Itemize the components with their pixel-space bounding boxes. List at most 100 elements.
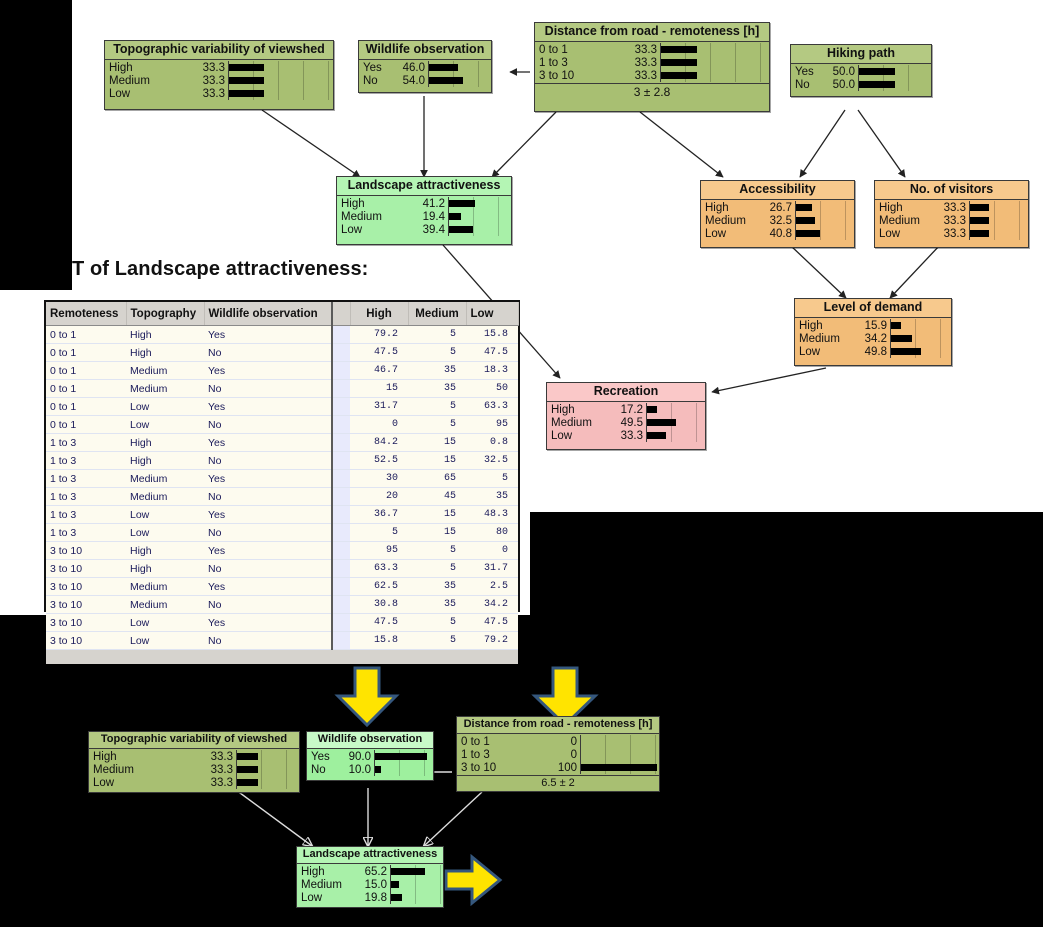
state-value: 39.4 xyxy=(422,223,445,236)
node-title: Recreation xyxy=(547,383,705,402)
node-topographic-variability[interactable]: Topographic variability of viewshed High… xyxy=(104,40,334,110)
cpt-cell: 46.7 xyxy=(350,361,408,380)
cpt-row[interactable]: 1 to 3 Low No 5 15 80 xyxy=(46,523,518,542)
cpt-cell-spacer xyxy=(331,397,350,416)
cpt-cell: Medium xyxy=(126,487,204,506)
cpt-cell: 3 to 10 xyxy=(46,613,126,632)
cpt-row[interactable]: 1 to 3 Medium No 20 45 35 xyxy=(46,487,518,506)
cpt-row[interactable]: 0 to 1 Low No 0 5 95 xyxy=(46,415,518,434)
cpt-row[interactable]: 0 to 1 High Yes 79.2 5 15.8 xyxy=(46,325,518,344)
node-accessibility[interactable]: Accessibility High 26.7 Medium 32.5 Low … xyxy=(700,180,855,248)
cpt-row[interactable]: 0 to 1 High No 47.5 5 47.5 xyxy=(46,343,518,362)
cpt-cell: 36.7 xyxy=(350,505,408,524)
node-state-row: High 33.3 xyxy=(89,750,299,763)
state-value: 33.3 xyxy=(943,214,966,227)
cpt-cell: 5 xyxy=(408,415,466,434)
node-title: Wildlife observation xyxy=(307,732,433,749)
cpt-row[interactable]: 3 to 10 Low Yes 47.5 5 47.5 xyxy=(46,613,518,632)
cpt-cell-spacer xyxy=(331,523,350,542)
left-black-margin xyxy=(0,0,72,290)
cpt-row[interactable]: 1 to 3 High Yes 84.2 15 0.8 xyxy=(46,433,518,452)
cpt-header-remoteness[interactable]: Remoteness xyxy=(46,302,127,326)
cpt-cell: Medium xyxy=(126,379,204,398)
cpt-cell: 0 to 1 xyxy=(46,325,126,344)
cpt-row[interactable]: 1 to 3 Low Yes 36.7 15 48.3 xyxy=(46,505,518,524)
state-label: High xyxy=(705,201,729,214)
state-label: Low xyxy=(93,776,115,789)
node-title: Topographic variability of viewshed xyxy=(105,41,333,60)
node-state-row: 0 to 1 33.3 xyxy=(535,43,769,56)
state-label: Yes xyxy=(311,750,330,763)
cpt-cell: 35 xyxy=(408,361,466,380)
cpt-header-low[interactable]: Low xyxy=(466,302,519,326)
cpt-row[interactable]: 0 to 1 Medium No 15 35 50 xyxy=(46,379,518,398)
state-value: 17.2 xyxy=(620,403,643,416)
node-distance-from-road-2[interactable]: Distance from road - remoteness [h] 0 to… xyxy=(456,716,660,792)
cpt-row[interactable]: 3 to 10 High No 63.3 5 31.7 xyxy=(46,559,518,578)
cpt-cell: 5 xyxy=(408,397,466,416)
node-distance-from-road[interactable]: Distance from road - remoteness [h] 0 to… xyxy=(534,22,770,112)
state-bar xyxy=(448,210,511,223)
node-hiking-path[interactable]: Hiking path Yes 50.0 No 50.0 xyxy=(790,44,932,97)
node-state-row: No 54.0 xyxy=(359,74,491,87)
cpt-cell: 15.8 xyxy=(350,631,408,650)
cpt-row[interactable]: 3 to 10 Medium Yes 62.5 35 2.5 xyxy=(46,577,518,596)
node-no-of-visitors[interactable]: No. of visitors High 33.3 Medium 33.3 Lo… xyxy=(874,180,1029,248)
node-mean-value: 3 ± 2.8 xyxy=(535,83,769,102)
state-label: Low xyxy=(551,429,573,442)
state-label: Medium xyxy=(551,416,592,429)
node-state-row: Low 39.4 xyxy=(337,223,511,236)
node-state-row: High 65.2 xyxy=(297,865,443,878)
cpt-row[interactable]: 3 to 10 Low No 15.8 5 79.2 xyxy=(46,631,518,650)
node-landscape-attractiveness-2[interactable]: Landscape attractiveness High 65.2 Mediu… xyxy=(296,846,444,908)
node-state-row: Medium 49.5 xyxy=(547,416,705,429)
state-label: High xyxy=(301,865,325,878)
cpt-header-wildlife[interactable]: Wildlife observation xyxy=(204,302,333,326)
cpt-cell: 0 to 1 xyxy=(46,361,126,380)
state-value: 40.8 xyxy=(769,227,792,240)
state-value: 32.5 xyxy=(769,214,792,227)
cpt-filler-cell xyxy=(332,649,350,664)
cpt-row[interactable]: 3 to 10 Medium No 30.8 35 34.2 xyxy=(46,595,518,614)
cpt-cell: 0 to 1 xyxy=(46,397,126,416)
cpt-cell: Medium xyxy=(126,577,204,596)
cpt-cell: 95 xyxy=(350,541,408,560)
node-landscape-attractiveness[interactable]: Landscape attractiveness High 41.2 Mediu… xyxy=(336,176,512,245)
node-wildlife-observation[interactable]: Wildlife observation Yes 46.0 No 54.0 xyxy=(358,40,492,93)
node-topographic-variability-2[interactable]: Topographic variability of viewshed High… xyxy=(88,731,300,793)
cpt-header-medium[interactable]: Medium xyxy=(408,302,467,326)
node-level-of-demand[interactable]: Level of demand High 15.9 Medium 34.2 Lo… xyxy=(794,298,952,366)
cpt-cell: 15 xyxy=(408,451,466,470)
cpt-row[interactable]: 0 to 1 Low Yes 31.7 5 63.3 xyxy=(46,397,518,416)
node-wildlife-observation-2[interactable]: Wildlife observation Yes 90.0 No 10.0 xyxy=(306,731,434,781)
cpt-cell: 15.8 xyxy=(466,325,518,344)
node-state-row: Low 40.8 xyxy=(701,227,854,240)
state-value: 33.3 xyxy=(634,43,657,56)
cpt-cell: 3 to 10 xyxy=(46,541,126,560)
cpt-row[interactable]: 3 to 10 High Yes 95 5 0 xyxy=(46,541,518,560)
cpt-cell: 32.5 xyxy=(466,451,518,470)
cpt-cell-spacer xyxy=(331,541,350,560)
cpt-cell: 48.3 xyxy=(466,505,518,524)
cpt-cell: Yes xyxy=(204,433,332,452)
cpt-cell: 80 xyxy=(466,523,518,542)
node-state-row: Yes 46.0 xyxy=(359,61,491,74)
node-title: Wildlife observation xyxy=(359,41,491,60)
cpt-row[interactable]: 1 to 3 Medium Yes 30 65 5 xyxy=(46,469,518,488)
cpt-cell: 15 xyxy=(350,379,408,398)
state-value: 90.0 xyxy=(348,750,371,763)
cpt-header-high[interactable]: High xyxy=(350,302,409,326)
cpt-header-topography[interactable]: Topography xyxy=(126,302,205,326)
node-recreation[interactable]: Recreation High 17.2 Medium 49.5 Low 33.… xyxy=(546,382,706,450)
state-value: 0 xyxy=(570,748,577,761)
cpt-cell: 30.8 xyxy=(350,595,408,614)
state-value: 33.3 xyxy=(620,429,643,442)
cpt-row[interactable]: 0 to 1 Medium Yes 46.7 35 18.3 xyxy=(46,361,518,380)
state-bar xyxy=(236,750,299,763)
cpt-cell-spacer xyxy=(331,505,350,524)
cpt-table-panel[interactable]: Remoteness Topography Wildlife observati… xyxy=(44,300,520,664)
cpt-cell: 52.5 xyxy=(350,451,408,470)
cpt-cell: 3 to 10 xyxy=(46,631,126,650)
cpt-table[interactable]: Remoteness Topography Wildlife observati… xyxy=(46,302,519,664)
cpt-row[interactable]: 1 to 3 High No 52.5 15 32.5 xyxy=(46,451,518,470)
